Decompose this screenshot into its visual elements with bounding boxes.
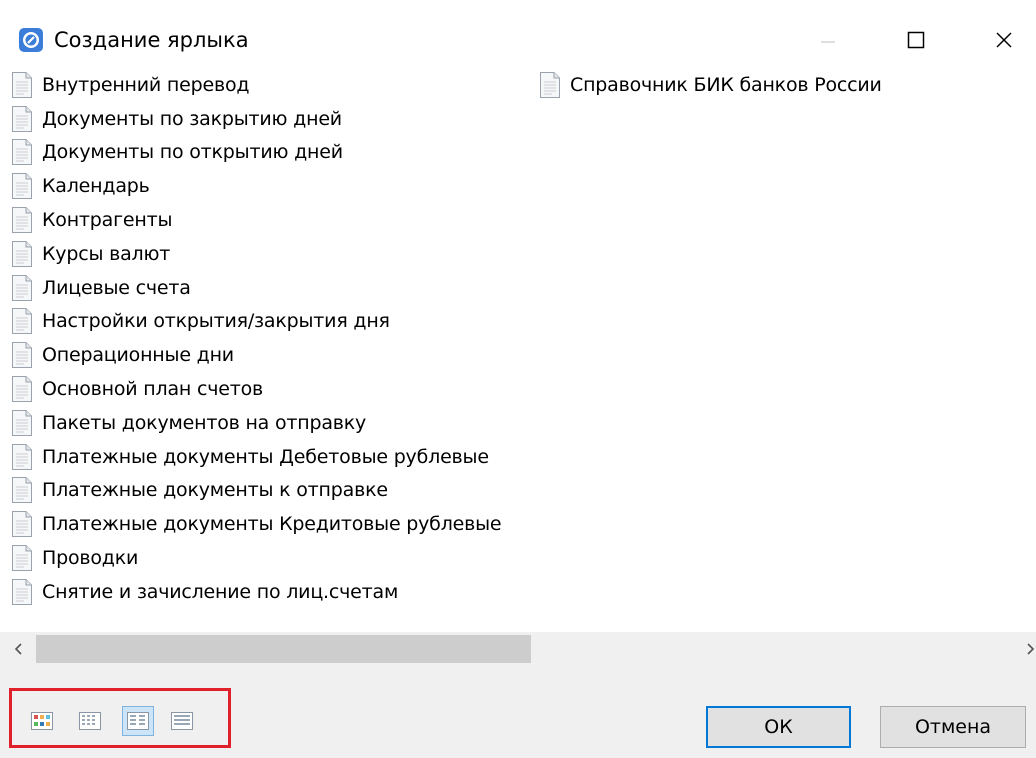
list-item[interactable]: Контрагенты: [10, 203, 501, 237]
document-icon: [10, 578, 34, 606]
document-icon: [10, 409, 34, 437]
close-icon: [996, 32, 1012, 48]
scroll-left-button[interactable]: [6, 636, 32, 662]
shortcut-list: Внутренний перевод Документы по закрытию…: [0, 68, 1036, 633]
small-icons-view-icon: [79, 712, 101, 730]
list-column-1: Внутренний перевод Документы по закрытию…: [10, 68, 502, 609]
details-view-button[interactable]: [166, 706, 198, 736]
list-item[interactable]: Операционные дни: [10, 338, 501, 372]
list-item-label: Платежные документы Кредитовые рублевые: [42, 513, 502, 536]
list-item[interactable]: Документы по закрытию дней: [10, 102, 501, 136]
scroll-right-button[interactable]: [1024, 636, 1036, 662]
list-item-label: Платежные документы Дебетовые рублевые: [42, 445, 489, 468]
list-item-label: Внутренний перевод: [42, 73, 250, 96]
list-item-label: Основной план счетов: [42, 378, 264, 401]
list-item[interactable]: Документы по открытию дней: [10, 136, 501, 170]
list-item[interactable]: Курсы валют: [10, 237, 501, 271]
document-icon: [10, 206, 34, 234]
horizontal-scrollbar[interactable]: [0, 632, 1036, 666]
document-icon: [10, 71, 34, 99]
chevron-left-icon: [14, 643, 22, 655]
list-item-label: Лицевые счета: [42, 276, 191, 299]
list-item-label: Платежные документы к отправке: [42, 479, 388, 502]
list-item-label: Справочник БИК банков России: [570, 73, 882, 96]
document-icon: [10, 172, 34, 200]
document-icon: [10, 510, 34, 538]
cancel-button[interactable]: Отмена: [880, 706, 1026, 748]
document-icon: [10, 544, 34, 572]
list-item-label: Курсы валют: [42, 242, 171, 265]
list-item[interactable]: Внутренний перевод: [10, 68, 501, 102]
app-icon: [18, 27, 44, 53]
list-view-button[interactable]: [122, 706, 154, 736]
chevron-right-icon: [1027, 643, 1035, 655]
list-item[interactable]: Календарь: [10, 169, 501, 203]
list-column-2: Справочник БИК банков России: [538, 68, 882, 102]
close-button[interactable]: [976, 20, 1032, 60]
list-item-label: Контрагенты: [42, 209, 173, 232]
list-item[interactable]: Платежные документы к отправке: [10, 474, 501, 508]
minimize-button[interactable]: [800, 20, 856, 60]
document-icon: [10, 307, 34, 335]
list-item[interactable]: Лицевые счета: [10, 271, 501, 305]
list-item-label: Настройки открытия/закрытия дня: [42, 310, 390, 333]
list-item[interactable]: Снятие и зачисление по лиц.счетам: [10, 575, 501, 609]
list-item-label: Операционные дни: [42, 344, 234, 367]
document-icon: [10, 240, 34, 268]
document-icon: [10, 443, 34, 471]
list-item[interactable]: Пакеты документов на отправку: [10, 406, 501, 440]
window-title: Создание ярлыка: [54, 28, 249, 52]
list-item[interactable]: Платежные документы Дебетовые рублевые: [10, 440, 501, 474]
scrollbar-thumb[interactable]: [36, 635, 531, 663]
title-bar: Создание ярлыка: [0, 0, 1036, 60]
maximize-icon: [907, 31, 925, 49]
maximize-button[interactable]: [888, 20, 944, 60]
dialog-footer: ОК Отмена: [0, 666, 1036, 758]
list-item-label: Пакеты документов на отправку: [42, 411, 367, 434]
details-view-icon: [171, 712, 193, 730]
list-item-label: Документы по открытию дней: [42, 141, 343, 164]
minimize-icon: [821, 41, 835, 43]
document-icon: [10, 375, 34, 403]
document-icon: [10, 341, 34, 369]
list-item[interactable]: Основной план счетов: [10, 372, 501, 406]
list-item-label: Календарь: [42, 175, 150, 198]
large-icons-view-button[interactable]: [26, 706, 58, 736]
large-icons-view-icon: [31, 712, 53, 730]
small-icons-view-button[interactable]: [74, 706, 106, 736]
document-icon: [10, 274, 34, 302]
list-item-label: Снятие и зачисление по лиц.счетам: [42, 580, 399, 603]
document-icon: [10, 138, 34, 166]
document-icon: [10, 105, 34, 133]
ok-button[interactable]: ОК: [706, 706, 851, 748]
list-item[interactable]: Настройки открытия/закрытия дня: [10, 305, 501, 339]
document-icon: [538, 71, 562, 99]
list-item-label: Проводки: [42, 547, 139, 570]
list-view-icon: [127, 712, 149, 730]
list-item-label: Документы по закрытию дней: [42, 107, 342, 130]
list-item[interactable]: Справочник БИК банков России: [538, 68, 882, 102]
view-mode-group: [9, 688, 231, 748]
list-item[interactable]: Платежные документы Кредитовые рублевые: [10, 507, 502, 541]
document-icon: [10, 476, 34, 504]
list-item[interactable]: Проводки: [10, 541, 501, 575]
